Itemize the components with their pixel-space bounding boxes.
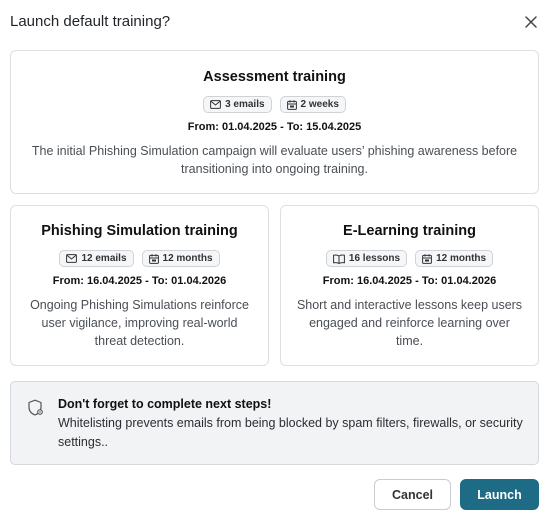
emails-badge: 3 emails: [203, 96, 272, 113]
assessment-training-card[interactable]: Assessment training 3 emails 2 weeks Fro…: [10, 50, 539, 194]
next-steps-notice: Don't forget to complete next steps! Whi…: [10, 381, 539, 465]
badge-label: 12 months: [162, 253, 213, 264]
cancel-button[interactable]: Cancel: [374, 479, 451, 510]
badge-label: 3 emails: [225, 99, 265, 110]
badge-label: 2 weeks: [300, 99, 339, 110]
badge-label: 12 emails: [81, 253, 127, 264]
notice-title: Don't forget to complete next steps!: [58, 397, 272, 411]
card-description: Short and interactive lessons keep users…: [296, 298, 523, 348]
duration-badge: 12 months: [415, 250, 494, 267]
date-range: From: 16.04.2025 - To: 01.04.2026: [52, 275, 227, 287]
calendar-icon: [148, 253, 159, 264]
phishing-title: Phishing Simulation training: [41, 223, 238, 239]
phishing-simulation-card[interactable]: Phishing Simulation training 12 emails 1…: [10, 205, 269, 366]
shield-settings-icon: [28, 399, 43, 416]
close-button[interactable]: [522, 13, 540, 31]
calendar-icon: [422, 253, 432, 264]
badge-label: 16 lessons: [348, 253, 401, 264]
date-range: From: 01.04.2025 - To: 15.04.2025: [187, 121, 362, 133]
date-range: From: 16.04.2025 - To: 01.04.2026: [322, 275, 497, 287]
assessment-title: Assessment training: [203, 69, 346, 85]
close-icon: [525, 16, 537, 28]
lessons-badge: 16 lessons: [325, 250, 408, 267]
duration-badge: 12 months: [141, 250, 220, 267]
dialog-title: Launch default training?: [10, 13, 171, 30]
card-description: The initial Phishing Simulation campaign…: [31, 144, 518, 176]
duration-badge: 2 weeks: [279, 96, 346, 113]
book-icon: [333, 254, 345, 264]
launch-button[interactable]: Launch: [460, 479, 539, 510]
emails-badge: 12 emails: [59, 250, 134, 267]
notice-text: Whitelisting prevents emails from being …: [58, 416, 523, 449]
elearning-title: E-Learning training: [343, 223, 476, 239]
calendar-icon: [286, 99, 297, 110]
mail-icon: [66, 254, 78, 263]
elearning-card[interactable]: E-Learning training 16 lessons 12 months…: [280, 205, 539, 366]
badge-label: 12 months: [436, 253, 487, 264]
card-description: Ongoing Phishing Simulations reinforce u…: [30, 298, 249, 348]
mail-icon: [210, 100, 221, 109]
